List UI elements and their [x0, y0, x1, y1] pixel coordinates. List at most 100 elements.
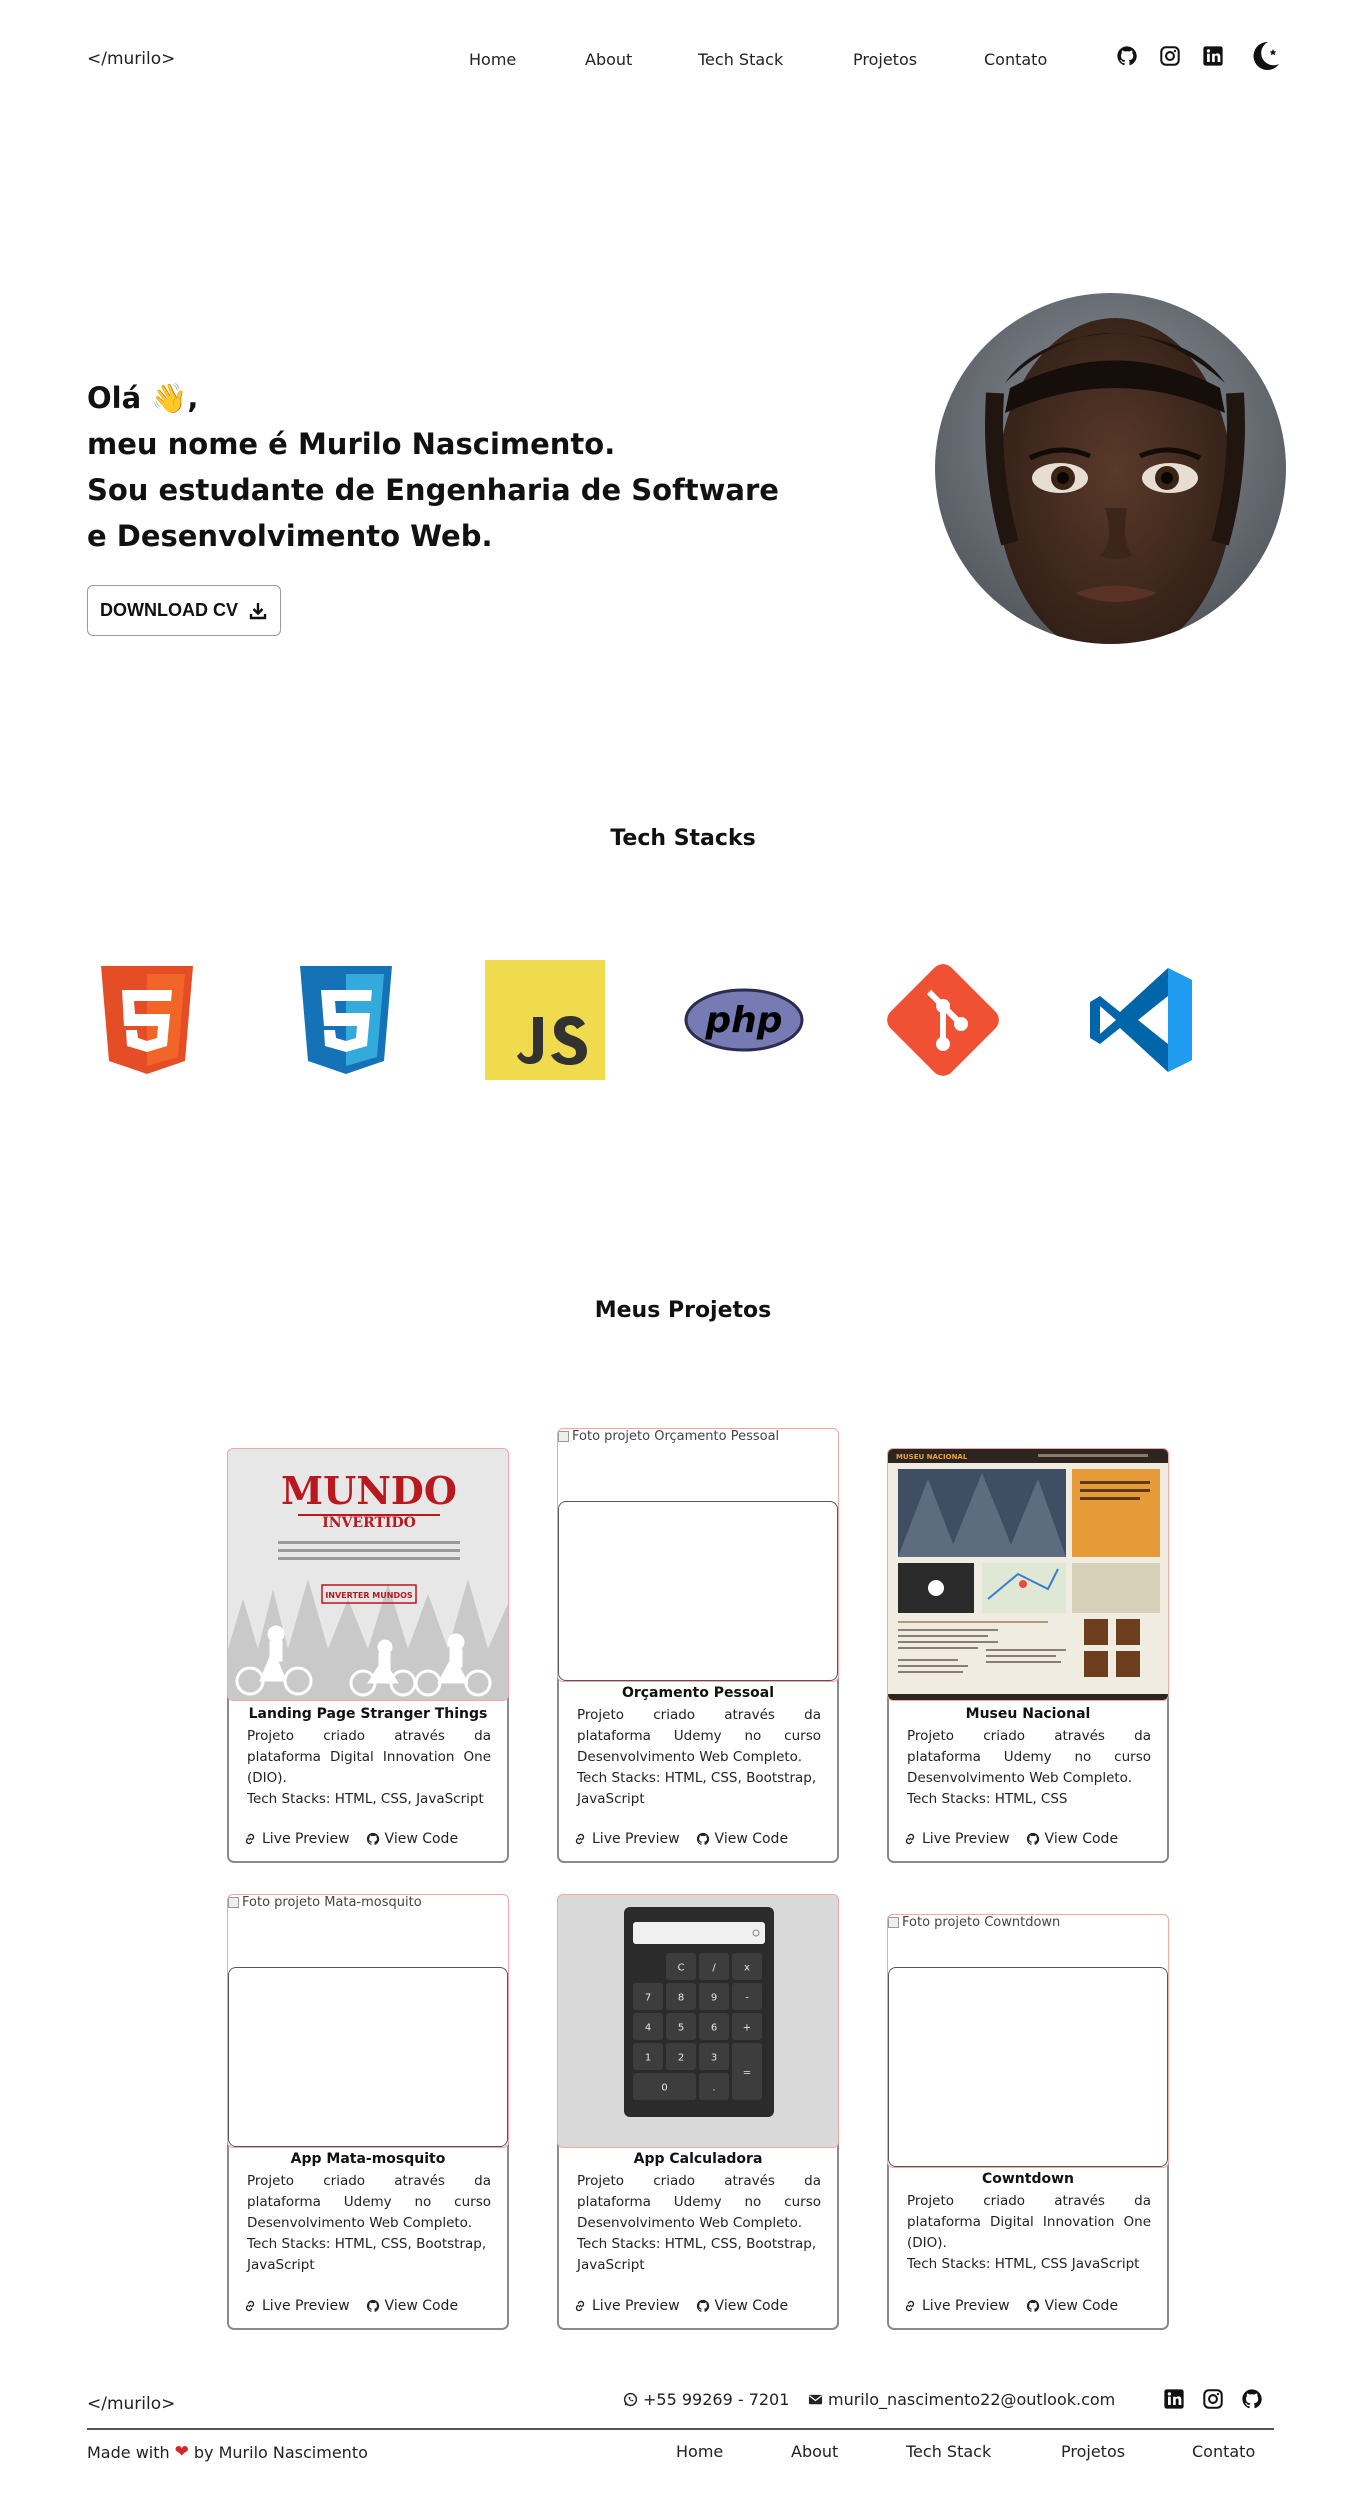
footer-phone[interactable]: +55 99269 - 7201: [623, 2390, 789, 2409]
project-thumbnail[interactable]: MUNDO INVERTIDO INVERTER MUNDOS: [227, 1448, 509, 1701]
broken-image-alt: Foto projeto Orçamento Pessoal: [558, 1429, 779, 1444]
view-code-link[interactable]: View Code: [696, 2298, 788, 2314]
project-title: App Mata-mosquito: [290, 2151, 446, 2167]
calc-key-label: -: [745, 1993, 749, 2004]
css3-logo: [286, 960, 406, 1080]
nav-tech-stack[interactable]: Tech Stack: [698, 50, 783, 69]
project-card: MUNDO INVERTIDO INVERTER MUNDOS Landing …: [227, 1448, 509, 1863]
github-icon[interactable]: [1116, 45, 1138, 67]
thumb-button-label: INVERTER MUNDOS: [325, 1591, 413, 1600]
github-icon[interactable]: [1241, 2388, 1263, 2410]
project-title: App Calculadora: [633, 2151, 763, 2167]
project-links: Live Preview View Code: [903, 2298, 1118, 2314]
download-cv-label: DOWNLOAD CV: [100, 600, 238, 620]
github-icon: [366, 2299, 379, 2312]
footer-nav-tech-stack[interactable]: Tech Stack: [906, 2442, 991, 2461]
project-desc-text: Projeto criado através da plataforma Dig…: [907, 2193, 1151, 2251]
broken-image-alt: Foto projeto Mata-mosquito: [228, 1895, 422, 1910]
theme-toggle-icon[interactable]: [1248, 39, 1282, 73]
nav-home[interactable]: Home: [469, 50, 516, 69]
html5-logo: [87, 960, 207, 1080]
project-stack: Tech Stacks: HTML, CSS, Bootstrap, JavaS…: [247, 2236, 487, 2273]
link-icon: [905, 2300, 915, 2312]
project-desc-text: Projeto criado através da plataforma Ude…: [907, 1728, 1151, 1786]
project-card: C / x 7 8 9-4 5 6 +1 2 3 = 0. App Calculadora Projet…: [557, 1894, 839, 2330]
project-desc-text: Projeto criado através da plataforma Ude…: [577, 1707, 821, 1765]
live-preview-link[interactable]: Live Preview: [903, 2298, 1010, 2314]
tech-stacks-title: Tech Stacks: [610, 826, 756, 851]
thumb-brand: MUSEU NACIONAL: [896, 1453, 968, 1461]
view-code-link[interactable]: View Code: [366, 2298, 458, 2314]
footer-nav-about[interactable]: About: [791, 2442, 838, 2461]
site-header: </murilo> Home About Tech Stack Projetos…: [0, 0, 1366, 122]
nav-contato[interactable]: Contato: [984, 50, 1047, 69]
project-card: Foto projeto Mata-mosquito App Mata-mosq…: [227, 1894, 509, 2330]
git-logo: [883, 960, 1003, 1080]
php-logo: php: [684, 960, 804, 1080]
nav-about[interactable]: About: [585, 50, 632, 69]
view-code-link[interactable]: View Code: [1026, 1831, 1118, 1847]
instagram-icon[interactable]: [1202, 2388, 1224, 2410]
project-thumbnail[interactable]: Foto projeto Cowntdown: [887, 1914, 1169, 2168]
project-description: Projeto criado através da plataforma Ude…: [907, 1726, 1151, 1810]
github-icon: [696, 1832, 709, 1845]
project-title: Orçamento Pessoal: [621, 1685, 775, 1701]
calc-key-label: 5: [678, 2023, 684, 2034]
envelope-icon: [808, 2394, 823, 2405]
thumbnail-placeholder: [558, 1501, 838, 1681]
made-with-credit: Made with ❤ by Murilo Nascimento: [87, 2442, 368, 2462]
project-description: Projeto criado através da plataforma Ude…: [577, 2171, 821, 2276]
profile-avatar: [935, 293, 1286, 644]
live-preview-link[interactable]: Live Preview: [243, 1831, 350, 1847]
project-desc-text: Projeto criado através da plataforma Dig…: [247, 1728, 491, 1786]
live-preview-link[interactable]: Live Preview: [573, 2298, 680, 2314]
calc-key-label: 8: [678, 1993, 684, 2004]
nav-projetos[interactable]: Projetos: [853, 50, 917, 69]
vscode-logo: [1082, 960, 1202, 1080]
project-links: Live Preview View Code: [573, 2298, 788, 2314]
hero-name: meu nome é Murilo Nascimento.: [87, 427, 616, 461]
site-logo[interactable]: </murilo>: [87, 49, 175, 69]
view-code-link[interactable]: View Code: [1026, 2298, 1118, 2314]
footer-nav-projetos[interactable]: Projetos: [1061, 2442, 1125, 2461]
link-icon: [245, 1833, 255, 1845]
view-code-link[interactable]: View Code: [366, 1831, 458, 1847]
calc-key-label: C: [678, 1963, 685, 1974]
live-preview-link[interactable]: Live Preview: [243, 2298, 350, 2314]
svg-text:php: php: [704, 1000, 782, 1041]
download-cv-button[interactable]: DOWNLOAD CV: [87, 585, 281, 636]
calc-key-label: 2: [678, 2053, 684, 2064]
linkedin-icon[interactable]: [1202, 45, 1224, 67]
calc-key-label: .: [712, 2083, 715, 2094]
project-description: Projeto criado através da plataforma Dig…: [907, 2191, 1151, 2275]
footer-email[interactable]: murilo_nascimento22@outlook.com: [808, 2390, 1115, 2409]
calc-key-label: 3: [711, 2053, 717, 2064]
thumbnail-placeholder: [888, 1967, 1168, 2167]
calc-key-label: 0: [661, 2083, 667, 2094]
project-thumbnail[interactable]: Foto projeto Mata-mosquito: [227, 1894, 509, 2148]
broken-image-alt: Foto projeto Cowntdown: [888, 1915, 1060, 1930]
link-icon: [575, 1833, 585, 1845]
github-icon: [1026, 2299, 1039, 2312]
footer-logo[interactable]: </murilo>: [87, 2394, 175, 2414]
thumb-subheading: INVERTIDO: [322, 1515, 416, 1531]
live-preview-link[interactable]: Live Preview: [573, 1831, 680, 1847]
github-icon: [696, 2299, 709, 2312]
footer-nav-contato[interactable]: Contato: [1192, 2442, 1255, 2461]
footer-nav-home[interactable]: Home: [676, 2442, 723, 2461]
view-code-link[interactable]: View Code: [696, 1831, 788, 1847]
github-icon: [366, 1832, 379, 1845]
project-links: Live Preview View Code: [243, 1831, 458, 1847]
project-thumbnail[interactable]: Foto projeto Orçamento Pessoal: [557, 1428, 839, 1682]
github-icon: [1026, 1832, 1039, 1845]
project-thumbnail[interactable]: C / x 7 8 9-4 5 6 +1 2 3 = 0.: [557, 1894, 839, 2148]
hero-greeting: Olá 👋,: [87, 381, 199, 415]
calc-key-label: 9: [711, 1993, 717, 2004]
projects-title: Meus Projetos: [594, 1298, 772, 1323]
project-thumbnail[interactable]: MUSEU NACIONAL: [887, 1448, 1169, 1701]
javascript-logo: [485, 960, 605, 1080]
thumbnail-placeholder: [228, 1967, 508, 2147]
live-preview-link[interactable]: Live Preview: [903, 1831, 1010, 1847]
instagram-icon[interactable]: [1159, 45, 1181, 67]
linkedin-icon[interactable]: [1163, 2388, 1185, 2410]
